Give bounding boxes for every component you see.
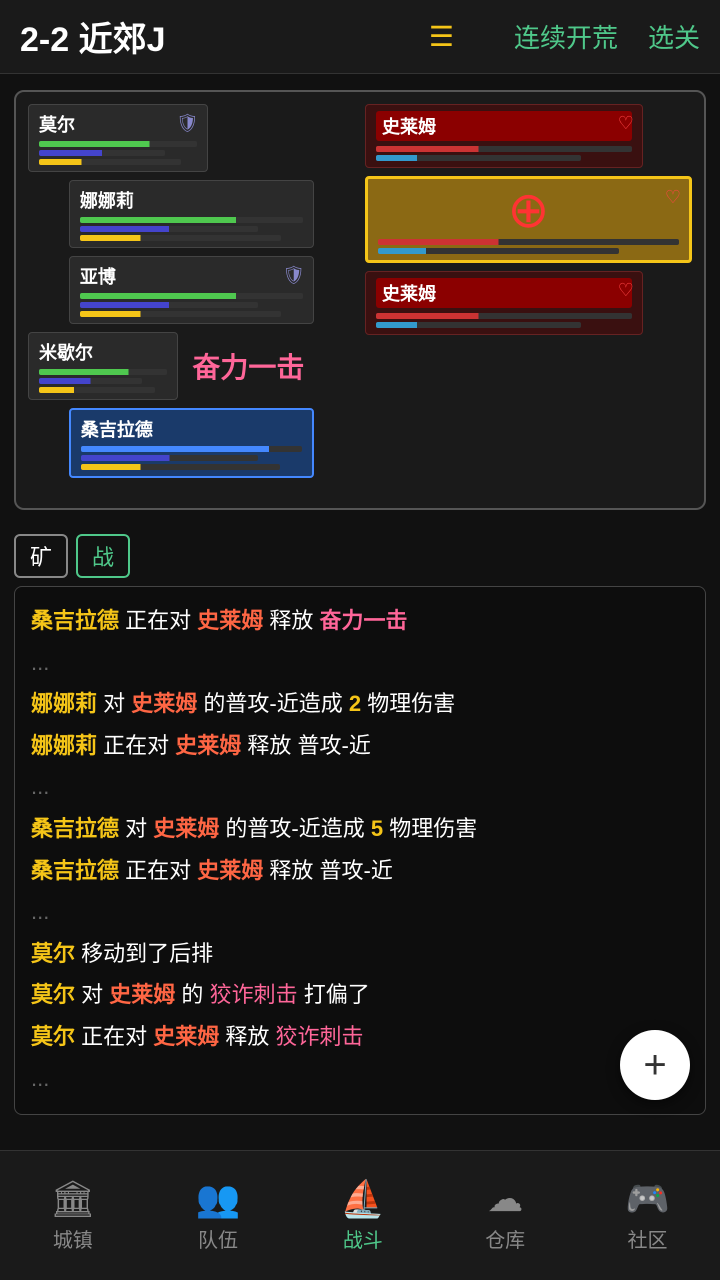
tab-bar: 矿 战 [0,526,720,586]
mp-bar-e3 [376,322,581,328]
heart-icon-e3: ♡ [618,280,634,301]
log-line-8: 莫尔 正在对 史莱姆 释放 狡诈刺击 [31,1017,689,1057]
mp-bar-nanali [80,226,259,232]
community-icon: 🎮 [625,1178,670,1220]
mp-bar-mor [39,150,165,156]
hp-bar-mishel [39,369,167,375]
heart-icon-e2: ♡ [665,187,681,208]
battle-icon: ⛵ [340,1178,385,1220]
hp-bar-yabo [80,293,303,299]
xp-bar-yabo [80,311,281,317]
log-ellipsis-1: ... [31,643,689,683]
hp-bar-e1 [376,146,632,152]
header: 2-2 近郊J ☰ 连续开荒 选关 [0,0,720,74]
battle-arena: 莫尔 🛡 娜娜莉 亚博 [14,90,706,510]
log-line-5: 桑吉拉德 正在对 史莱姆 释放 普攻-近 [31,851,689,891]
char-enemy1[interactable]: 史莱姆 ♡ [365,104,643,168]
mp-bar-mishel [39,378,142,384]
nav-community[interactable]: 🎮 社区 [625,1178,670,1253]
log-line-7: 莫尔 对 史莱姆 的 狡诈刺击 打偏了 [31,975,689,1015]
log-ellipsis-2: ... [31,767,689,807]
char-mor[interactable]: 莫尔 🛡 [28,104,208,172]
log-line-1: 桑吉拉德 正在对 史莱姆 释放 奋力一击 [31,601,689,641]
nav-warehouse-label: 仓库 [485,1224,525,1253]
hp-bar-e2 [378,239,679,245]
char-enemy2-targeted[interactable]: ⊕ ♡ [365,176,692,263]
nav-battle-label: 战斗 [343,1224,383,1253]
nav-town[interactable]: 🏛 城镇 [50,1178,96,1253]
enemy3-row: 史莱姆 ♡ [365,271,643,335]
nanali-row: 娜娜莉 [28,180,355,248]
page-title: 2-2 近郊J [20,12,429,61]
enemy2-row: ⊕ ♡ [365,176,692,263]
char-nanali[interactable]: 娜娜莉 [69,180,314,248]
action-label: 奋力一击 [192,346,304,386]
mp-bar-e2 [378,248,619,254]
enemy-side: 史莱姆 ♡ ⊕ ♡ 史莱姆 [365,104,692,496]
char-yabo[interactable]: 亚博 🛡 [69,256,314,324]
battle-log: 桑吉拉德 正在对 史莱姆 释放 奋力一击 ... 娜娜莉 对 史莱姆 的普攻-近… [14,586,706,1115]
nav-team[interactable]: 👥 队伍 [196,1178,241,1253]
log-ellipsis-3: ... [31,892,689,932]
xp-bar-nanali [80,235,281,241]
nav-team-label: 队伍 [198,1224,238,1253]
hp-bar-e3 [376,313,632,319]
bottom-nav: 🏛 城镇 👥 队伍 ⛵ 战斗 ☁ 仓库 🎮 社区 [0,1150,720,1280]
crosshair-icon: ⊕ [378,185,679,235]
tab-mine[interactable]: 矿 [14,534,68,578]
nav-warehouse[interactable]: ☁ 仓库 [485,1178,525,1253]
heart-icon-e1: ♡ [618,113,634,134]
nav-town-label: 城镇 [53,1224,93,1253]
fab-button[interactable]: + [620,1030,690,1100]
char-sanjilade[interactable]: 桑吉拉德 [69,408,314,478]
mp-bar-yabo [80,302,259,308]
shield-icon: 🛡 [176,113,199,134]
shield-icon-yabo: 🛡 [282,265,305,286]
continuous-btn[interactable]: 连续开荒 [514,18,618,55]
town-icon: 🏛 [50,1178,96,1220]
mp-bar-e1 [376,155,581,161]
mp-bar-sanjilade [81,455,258,461]
log-line-3: 娜娜莉 正在对 史莱姆 释放 普攻-近 [31,726,689,766]
sanjilade-row: 桑吉拉德 [28,408,355,478]
char-enemy3[interactable]: 史莱姆 ♡ [365,271,643,335]
log-ellipsis-4: ... [31,1059,689,1099]
player-side: 莫尔 🛡 娜娜莉 亚博 [28,104,355,496]
yabo-row: 亚博 🛡 [28,256,355,324]
log-line-2: 娜娜莉 对 史莱姆 的普攻-近造成 2 物理伤害 [31,684,689,724]
nav-battle[interactable]: ⛵ 战斗 [340,1178,385,1253]
hp-bar-sanjilade [81,446,302,452]
warehouse-icon: ☁ [487,1178,523,1220]
log-line-4: 桑吉拉德 对 史莱姆 的普攻-近造成 5 物理伤害 [31,809,689,849]
log-line-6: 莫尔 移动到了后排 [31,934,689,974]
char-mishel[interactable]: 米歇尔 [28,332,178,400]
xp-bar-mishel [39,387,155,393]
hp-bar-nanali [80,217,303,223]
hp-bar-mor [39,141,197,147]
xp-bar-mor [39,159,181,165]
tab-battle[interactable]: 战 [76,534,130,578]
select-level-btn[interactable]: 选关 [648,18,700,55]
nav-community-label: 社区 [628,1224,668,1253]
enemy1-row: 史莱姆 ♡ [365,104,643,168]
menu-icon[interactable]: ☰ [429,20,454,53]
team-icon: 👥 [196,1178,241,1220]
xp-bar-sanjilade [81,464,280,470]
